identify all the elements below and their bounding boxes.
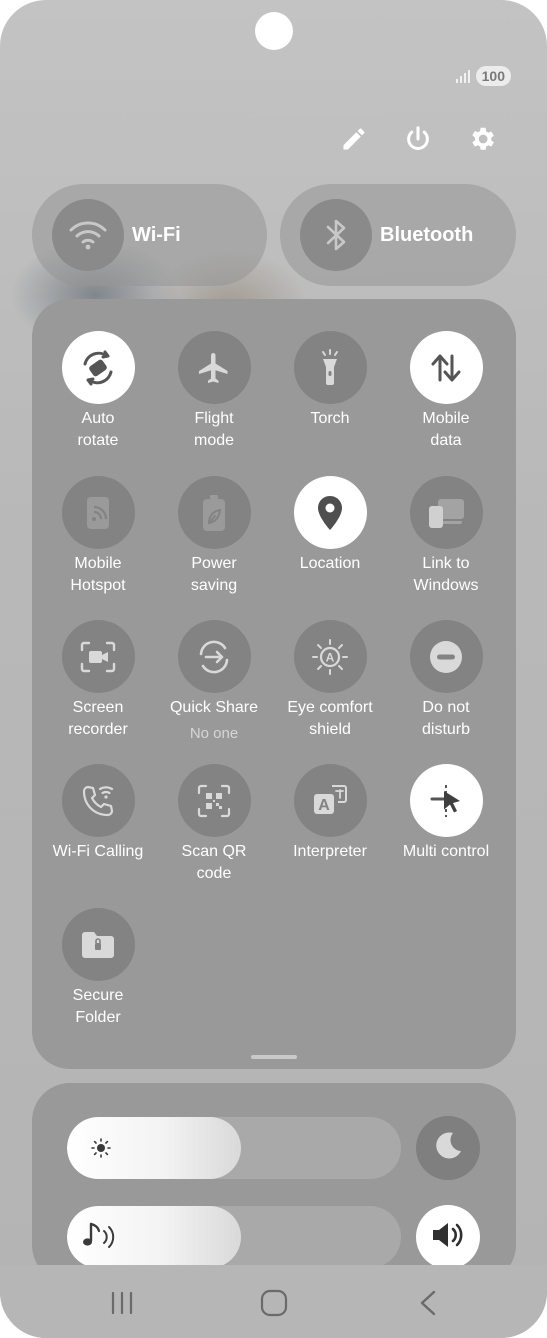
sliders-panel xyxy=(32,1083,516,1283)
back-icon[interactable] xyxy=(408,1283,448,1323)
tile-label: Secure Folder xyxy=(72,987,124,1026)
bluetooth-label: Bluetooth xyxy=(380,223,474,246)
do-not-disturb-icon xyxy=(409,620,483,693)
sun-icon xyxy=(89,1136,113,1165)
volume-slider[interactable] xyxy=(67,1206,401,1268)
multi-control-icon xyxy=(409,764,483,837)
tile-mobile-data[interactable]: Mobile data xyxy=(388,331,504,452)
tile-auto-rotate[interactable]: Auto rotate xyxy=(40,331,156,452)
auto-rotate-icon xyxy=(61,331,135,404)
quick-panel-screen: 100 Wi-Fi Bluetooth Auto rotate Flight m… xyxy=(0,0,547,1338)
battery-badge: 100 xyxy=(475,66,511,86)
secure-folder-icon xyxy=(61,908,135,981)
tile-do-not-disturb[interactable]: Do not disturb xyxy=(388,620,504,741)
tile-interpreter[interactable]: A Interpreter xyxy=(272,764,388,863)
night-mode-button[interactable] xyxy=(416,1116,480,1180)
tile-quick-share[interactable]: Quick Share No one xyxy=(156,620,272,745)
mobile-data-icon xyxy=(409,331,483,404)
tile-sublabel: No one xyxy=(189,725,239,742)
tile-label: Mobile data xyxy=(422,410,470,449)
link-windows-icon xyxy=(409,476,483,549)
tile-label: Link to Windows xyxy=(413,555,479,594)
brightness-slider[interactable] xyxy=(67,1117,401,1179)
bluetooth-toggle[interactable]: Bluetooth xyxy=(280,184,516,286)
wifi-label: Wi-Fi xyxy=(132,223,181,246)
top-actions xyxy=(337,122,499,156)
bluetooth-icon xyxy=(300,199,372,271)
quick-settings-panel: Auto rotate Flight mode Torch Mobile dat… xyxy=(32,299,516,1069)
power-icon[interactable] xyxy=(401,122,435,156)
svg-text:A: A xyxy=(326,650,335,664)
eye-comfort-icon: A xyxy=(293,620,367,693)
wifi-icon xyxy=(52,199,124,271)
signal-icon xyxy=(455,69,470,83)
wifi-calling-icon xyxy=(61,764,135,837)
tile-link-to-windows[interactable]: Link to Windows xyxy=(388,476,504,597)
gear-icon[interactable] xyxy=(465,122,499,156)
camera-cutout xyxy=(255,12,293,50)
location-pin-icon xyxy=(293,476,367,549)
tile-scan-qr-code[interactable]: Scan QR code xyxy=(156,764,272,885)
tile-torch[interactable]: Torch xyxy=(272,331,388,430)
hotspot-icon xyxy=(61,476,135,549)
tile-screen-recorder[interactable]: Screen recorder xyxy=(40,620,156,741)
recents-icon[interactable] xyxy=(102,1283,142,1323)
tile-wifi-calling[interactable]: Wi-Fi Calling xyxy=(40,764,156,863)
tile-mobile-hotspot[interactable]: Mobile Hotspot xyxy=(40,476,156,597)
pencil-icon[interactable] xyxy=(337,122,371,156)
screen-recorder-icon xyxy=(61,620,135,693)
tile-power-saving[interactable]: Power saving xyxy=(156,476,272,597)
wifi-toggle[interactable]: Wi-Fi xyxy=(32,184,267,286)
home-icon[interactable] xyxy=(254,1283,294,1323)
svg-text:A: A xyxy=(318,797,330,814)
qr-code-icon xyxy=(177,764,251,837)
panel-drag-handle[interactable] xyxy=(251,1055,297,1059)
moon-icon xyxy=(431,1129,465,1168)
battery-leaf-icon xyxy=(177,476,251,549)
tile-label: Do not disturb xyxy=(421,699,471,738)
navigation-bar xyxy=(0,1265,547,1338)
tile-flight-mode[interactable]: Flight mode xyxy=(156,331,272,452)
speaker-icon xyxy=(430,1219,466,1256)
tile-location[interactable]: Location xyxy=(272,476,388,575)
airplane-icon xyxy=(177,331,251,404)
quick-share-icon xyxy=(177,620,251,693)
torch-icon xyxy=(293,331,367,404)
tile-label: Multi control xyxy=(402,843,490,860)
status-bar: 100 xyxy=(455,66,511,86)
tile-eye-comfort-shield[interactable]: A Eye comfort shield xyxy=(272,620,388,741)
tile-multi-control[interactable]: Multi control xyxy=(388,764,504,863)
sound-mode-button[interactable] xyxy=(416,1205,480,1269)
music-volume-icon xyxy=(81,1220,121,1259)
tile-secure-folder[interactable]: Secure Folder xyxy=(40,908,156,1029)
interpreter-icon: A xyxy=(293,764,367,837)
